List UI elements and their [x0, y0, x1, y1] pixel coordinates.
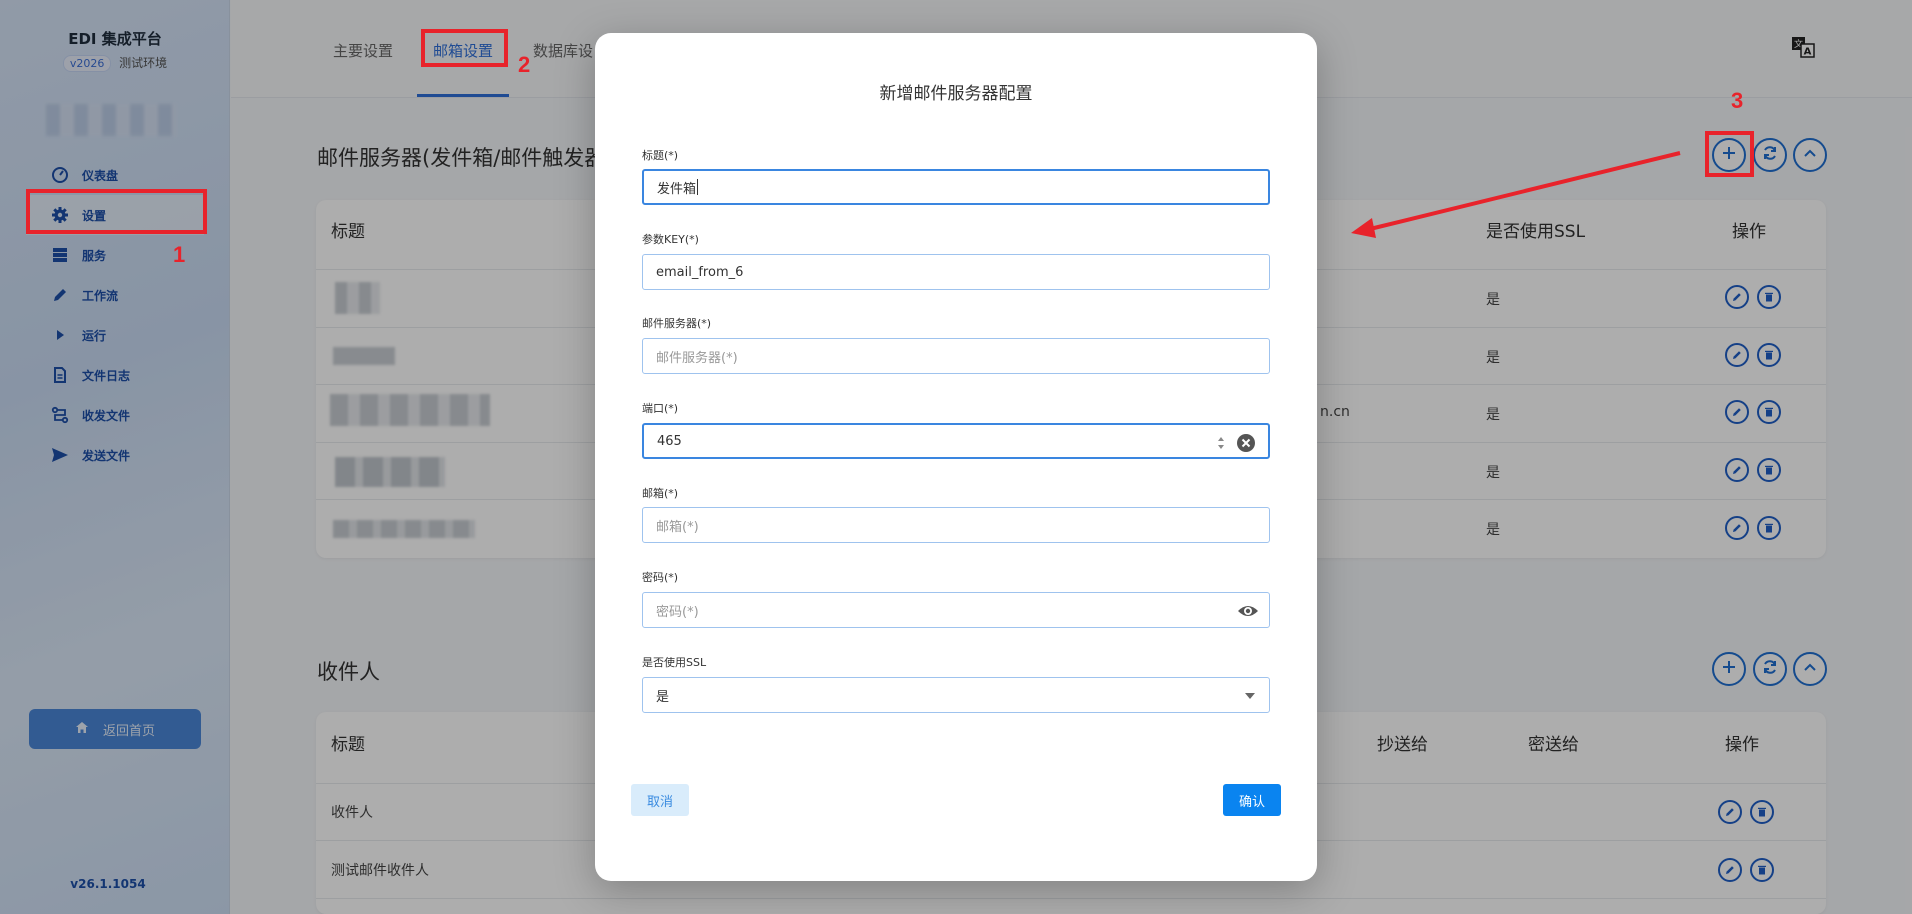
key-field-value: email_from_6 — [656, 264, 744, 280]
annotation-box-3 — [1705, 131, 1754, 177]
eye-icon[interactable] — [1237, 602, 1259, 620]
server-field[interactable]: 邮件服务器(*) — [642, 338, 1270, 374]
email-field-placeholder: 邮箱(*) — [656, 519, 699, 535]
server-field-placeholder: 邮件服务器(*) — [656, 350, 738, 366]
chevron-down-icon — [1245, 693, 1255, 699]
key-field[interactable]: email_from_6 — [642, 254, 1270, 290]
email-field-label: 邮箱(*) — [642, 487, 679, 500]
port-field[interactable]: 465 — [642, 423, 1270, 459]
annotation-number-2: 2 — [518, 52, 531, 77]
confirm-button[interactable]: 确认 — [1223, 784, 1281, 816]
annotation-number-3: 3 — [1731, 88, 1744, 113]
title-field[interactable]: 发件箱 — [642, 169, 1270, 205]
annotation-box-2 — [421, 29, 508, 67]
key-field-label: 参数KEY(*) — [642, 233, 699, 246]
dialog-title: 新增邮件服务器配置 — [879, 84, 1033, 104]
password-field-placeholder: 密码(*) — [656, 604, 699, 620]
annotation-box-1 — [26, 189, 207, 234]
ssl-field-label: 是否使用SSL — [642, 656, 707, 669]
port-field-label: 端口(*) — [642, 402, 679, 415]
add-mail-server-dialog: 新增邮件服务器配置 标题(*) 发件箱 参数KEY(*) email_from_… — [595, 33, 1317, 881]
email-field[interactable]: 邮箱(*) — [642, 507, 1270, 543]
ssl-select[interactable]: 是 — [642, 677, 1270, 713]
cancel-button[interactable]: 取消 — [631, 784, 689, 816]
number-spinner-icon[interactable] — [1216, 433, 1226, 453]
password-field-label: 密码(*) — [642, 571, 679, 584]
ssl-select-value: 是 — [656, 689, 670, 705]
title-field-value: 发件箱 — [657, 181, 697, 197]
clear-icon[interactable] — [1236, 433, 1256, 453]
password-field[interactable]: 密码(*) — [642, 592, 1270, 628]
port-field-value: 465 — [657, 433, 682, 449]
annotation-number-1: 1 — [173, 242, 186, 267]
title-field-label: 标题(*) — [642, 149, 679, 162]
text-caret — [697, 179, 699, 195]
server-field-label: 邮件服务器(*) — [642, 317, 712, 330]
